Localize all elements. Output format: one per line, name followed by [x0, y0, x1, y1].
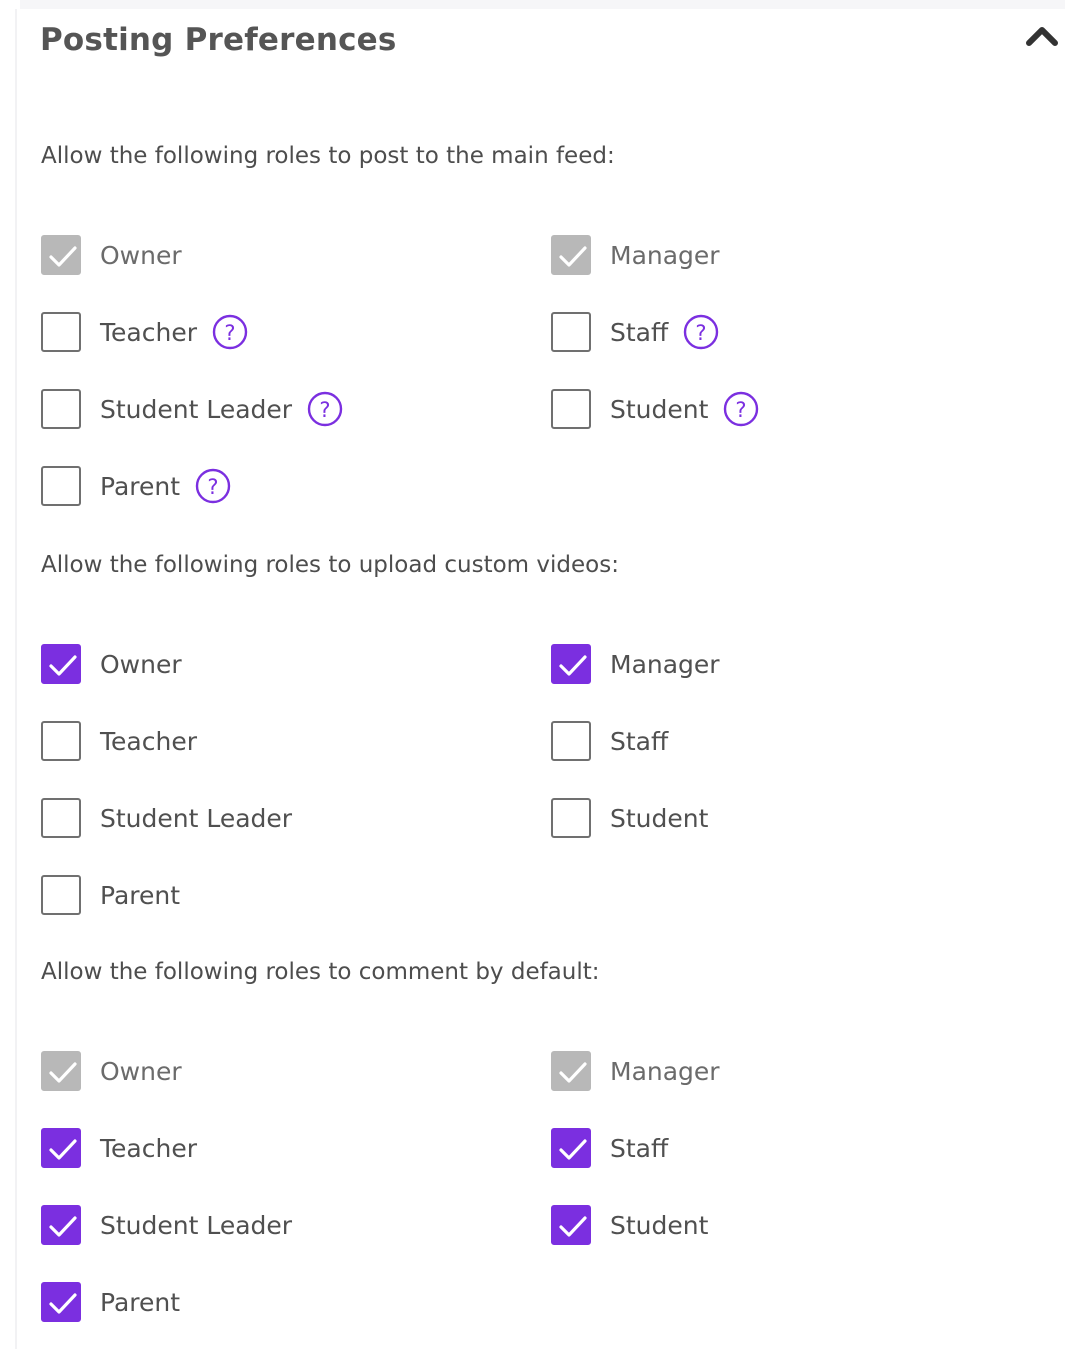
checkbox-label: Parent — [100, 880, 181, 910]
checkbox-label: Owner — [100, 240, 182, 270]
svg-text:?: ? — [224, 321, 235, 345]
checkmark-icon — [559, 1139, 587, 1160]
checkbox-parent[interactable]: Parent — [41, 873, 180, 917]
checkbox-box[interactable] — [41, 644, 81, 684]
checkbox-staff[interactable]: Staff — [551, 1126, 668, 1170]
checkbox-label: Staff — [610, 317, 669, 347]
checkbox-box — [41, 1051, 81, 1091]
checkbox-label: Staff — [610, 1133, 669, 1163]
checkmark-icon — [49, 1139, 77, 1160]
checkbox-label: Manager — [610, 240, 720, 270]
checkmark-icon — [49, 655, 77, 676]
question-circle-icon[interactable]: ? — [723, 391, 759, 427]
chevron-up-icon — [1026, 27, 1058, 46]
question-circle-icon[interactable]: ? — [683, 314, 719, 350]
checkmark-icon — [49, 246, 77, 267]
checkbox-box[interactable] — [551, 798, 591, 838]
checkbox-label: Manager — [610, 1056, 720, 1086]
checkbox-box — [551, 235, 591, 275]
svg-text:?: ? — [736, 398, 747, 422]
checkbox-label: Student — [610, 803, 709, 833]
checkbox-label: Student — [610, 1210, 709, 1240]
checkbox-student[interactable]: Student — [551, 796, 708, 840]
checkbox-box[interactable] — [551, 721, 591, 761]
checkbox-box[interactable] — [41, 721, 81, 761]
checkbox-student[interactable]: Student? — [551, 387, 759, 431]
checkbox-box — [41, 235, 81, 275]
section-label: Allow the following roles to comment by … — [41, 959, 600, 985]
checkmark-icon — [559, 1216, 587, 1237]
checkbox-box[interactable] — [41, 1205, 81, 1245]
checkbox-box[interactable] — [41, 1282, 81, 1322]
checkmark-icon — [49, 1062, 77, 1083]
checkbox-box[interactable] — [551, 644, 591, 684]
checkbox-label: Owner — [100, 1056, 182, 1086]
checkbox-label: Student Leader — [100, 394, 293, 424]
section-label: Allow the following roles to post to the… — [41, 143, 615, 169]
checkbox-parent[interactable]: Parent — [41, 1280, 180, 1324]
checkmark-icon — [49, 1216, 77, 1237]
collapse-button[interactable] — [1022, 18, 1062, 52]
checkbox-label: Owner — [100, 649, 182, 679]
checkbox-parent[interactable]: Parent? — [41, 464, 231, 508]
checkbox-student-leader[interactable]: Student Leader — [41, 1203, 292, 1247]
svg-text:?: ? — [696, 321, 707, 345]
panel-title: Posting Preferences — [40, 22, 397, 58]
checkbox-teacher[interactable]: Teacher? — [41, 310, 248, 354]
checkbox-label: Manager — [610, 649, 720, 679]
checkbox-owner[interactable]: Owner — [41, 642, 182, 686]
checkbox-box[interactable] — [41, 875, 81, 915]
checkbox-label: Parent — [100, 471, 181, 501]
posting-preferences-panel: Posting Preferences Allow the following … — [0, 0, 1065, 1369]
checkbox-student-leader[interactable]: Student Leader — [41, 796, 292, 840]
checkbox-label: Student Leader — [100, 1210, 293, 1240]
question-circle-icon[interactable]: ? — [307, 391, 343, 427]
checkbox-box[interactable] — [41, 312, 81, 352]
checkbox-staff[interactable]: Staff? — [551, 310, 719, 354]
checkbox-box[interactable] — [41, 798, 81, 838]
svg-text:?: ? — [207, 475, 218, 499]
checkbox-box — [551, 1051, 591, 1091]
checkbox-box[interactable] — [41, 1128, 81, 1168]
checkbox-teacher[interactable]: Teacher — [41, 719, 197, 763]
checkbox-staff[interactable]: Staff — [551, 719, 668, 763]
checkbox-teacher[interactable]: Teacher — [41, 1126, 197, 1170]
checkbox-label: Student Leader — [100, 803, 293, 833]
checkbox-label: Parent — [100, 1287, 181, 1317]
checkbox-box[interactable] — [551, 312, 591, 352]
checkbox-label: Teacher — [100, 726, 197, 756]
checkbox-manager[interactable]: Manager — [551, 642, 720, 686]
svg-text:?: ? — [320, 398, 331, 422]
question-circle-icon[interactable]: ? — [195, 468, 231, 504]
checkmark-icon — [559, 1062, 587, 1083]
checkbox-student[interactable]: Student — [551, 1203, 708, 1247]
checkbox-box[interactable] — [41, 389, 81, 429]
checkbox-label: Staff — [610, 726, 669, 756]
section-label: Allow the following roles to upload cust… — [41, 552, 619, 578]
checkbox-manager: Manager — [551, 233, 720, 277]
checkbox-box[interactable] — [551, 389, 591, 429]
question-circle-icon[interactable]: ? — [212, 314, 248, 350]
checkbox-label: Teacher — [100, 317, 197, 347]
checkmark-icon — [559, 246, 587, 267]
checkbox-box[interactable] — [551, 1205, 591, 1245]
checkbox-box[interactable] — [41, 466, 81, 506]
checkbox-box[interactable] — [551, 1128, 591, 1168]
checkbox-label: Teacher — [100, 1133, 197, 1163]
checkmark-icon — [49, 1293, 77, 1314]
checkbox-owner: Owner — [41, 1049, 182, 1093]
checkbox-label: Student — [610, 394, 709, 424]
checkbox-student-leader[interactable]: Student Leader? — [41, 387, 343, 431]
checkbox-owner: Owner — [41, 233, 182, 277]
checkmark-icon — [559, 655, 587, 676]
checkbox-manager: Manager — [551, 1049, 720, 1093]
